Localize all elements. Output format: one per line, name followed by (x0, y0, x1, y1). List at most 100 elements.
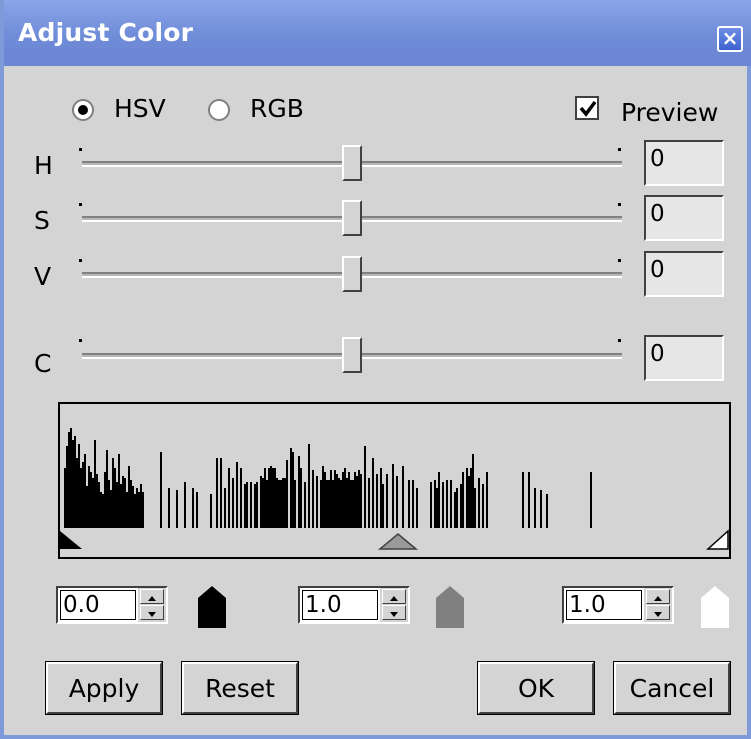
histogram-bar (80, 468, 82, 528)
hsv-radio[interactable] (72, 99, 94, 121)
histogram-bar (358, 470, 360, 528)
value-field-v[interactable]: 0 (644, 251, 724, 297)
histogram-bar (140, 484, 142, 528)
histogram-bar (118, 454, 120, 528)
histogram-bar (438, 472, 440, 528)
gray-point-marker[interactable] (377, 533, 419, 550)
slider-thumb-c[interactable] (342, 337, 362, 373)
histogram-bar (82, 462, 84, 528)
histogram-bar (382, 484, 384, 528)
histogram-bar (338, 478, 340, 528)
histogram-bar (282, 478, 284, 528)
histogram-bar (64, 468, 66, 528)
spin-down-button[interactable] (140, 605, 164, 620)
histogram-bar (380, 468, 382, 528)
histogram-bar (250, 482, 252, 528)
histogram-bar (130, 480, 132, 528)
close-button[interactable]: × (717, 26, 743, 52)
slider-label-v: V (34, 262, 52, 291)
histogram-bar (322, 466, 324, 528)
white-swatch-icon (701, 586, 729, 628)
preview-checkbox[interactable] (575, 96, 599, 120)
histogram-bar (84, 454, 86, 528)
slider-thumb-h[interactable] (342, 145, 362, 181)
value-field-c[interactable]: 0 (644, 335, 724, 381)
histogram-bar (98, 482, 100, 528)
apply-button[interactable]: Apply (45, 661, 163, 715)
histogram-bar (72, 440, 74, 528)
histogram-bar (124, 478, 126, 528)
histogram-bar (278, 480, 280, 528)
black-point-marker[interactable] (60, 531, 82, 549)
histogram-panel (58, 402, 731, 559)
arrow-up-icon (390, 596, 398, 601)
white-level-input[interactable]: 1.0 (566, 590, 642, 620)
histogram-bar (456, 488, 458, 528)
slider-label-c: C (34, 349, 52, 378)
histogram-bar (350, 480, 352, 528)
histogram-bar (416, 488, 418, 528)
value-field-h[interactable]: 0 (644, 140, 724, 186)
spin-up-button[interactable] (382, 589, 406, 604)
checkmark-icon (579, 100, 597, 117)
slider-thumb-v[interactable] (342, 256, 362, 292)
arrow-up-icon (148, 596, 156, 601)
hsv-label: HSV (114, 94, 166, 123)
white-point-marker[interactable] (706, 529, 729, 550)
histogram-bar (308, 444, 310, 528)
histogram-bar (100, 492, 102, 528)
histogram-bar (324, 472, 326, 528)
spin-up-button[interactable] (140, 589, 164, 604)
spin-down-button[interactable] (382, 605, 406, 620)
spinner-arrows[interactable] (644, 588, 672, 622)
histogram-bar (270, 466, 272, 528)
histogram-bar (290, 448, 292, 528)
black-level-spinner[interactable]: 0.0 (56, 586, 168, 624)
histogram-bar (466, 468, 468, 528)
histogram-bar (342, 472, 344, 528)
histogram-bar (116, 482, 118, 528)
histogram-bar (304, 482, 306, 528)
title-bar: Adjust Color × (4, 0, 751, 66)
slider-min-tick (79, 148, 82, 151)
gray-level-input[interactable]: 1.0 (302, 590, 378, 620)
arrow-down-icon (390, 612, 398, 617)
histogram-bar (272, 468, 274, 528)
histogram-bar (408, 480, 410, 528)
spinner-arrows[interactable] (380, 588, 408, 622)
slider-thumb-s[interactable] (342, 200, 362, 236)
histogram-bar (142, 492, 144, 528)
spin-down-button[interactable] (646, 605, 670, 620)
spinner-arrows[interactable] (138, 588, 166, 622)
black-level-input[interactable]: 0.0 (60, 590, 136, 620)
histogram-bar (436, 488, 438, 528)
histogram-bar (528, 472, 530, 528)
histogram-bar (478, 478, 480, 528)
histogram-bar (256, 482, 258, 528)
histogram-bar (468, 476, 470, 528)
histogram-bar (96, 474, 98, 528)
histogram-bar (402, 466, 404, 528)
histogram-bar (330, 470, 332, 528)
histogram-bar (364, 446, 366, 528)
spin-up-button[interactable] (646, 589, 670, 604)
histogram-bar (328, 480, 330, 528)
histogram-bar (134, 494, 136, 528)
reset-button[interactable]: Reset (181, 661, 299, 715)
histogram-bar (460, 484, 462, 528)
histogram-bar (268, 468, 270, 528)
histogram-bar (244, 484, 246, 528)
histogram-bar (112, 458, 114, 528)
histogram-bar (470, 468, 472, 528)
histogram-bar (392, 464, 394, 528)
cancel-button[interactable]: Cancel (613, 661, 731, 715)
ok-button[interactable]: OK (477, 661, 595, 715)
histogram-bar (94, 440, 96, 528)
histogram-bar (106, 450, 108, 528)
white-level-spinner[interactable]: 1.0 (562, 586, 674, 624)
histogram-bar (76, 458, 78, 528)
value-field-s[interactable]: 0 (644, 195, 724, 241)
histogram-bar (352, 480, 354, 528)
rgb-radio[interactable] (208, 99, 230, 121)
gray-level-spinner[interactable]: 1.0 (298, 586, 410, 624)
